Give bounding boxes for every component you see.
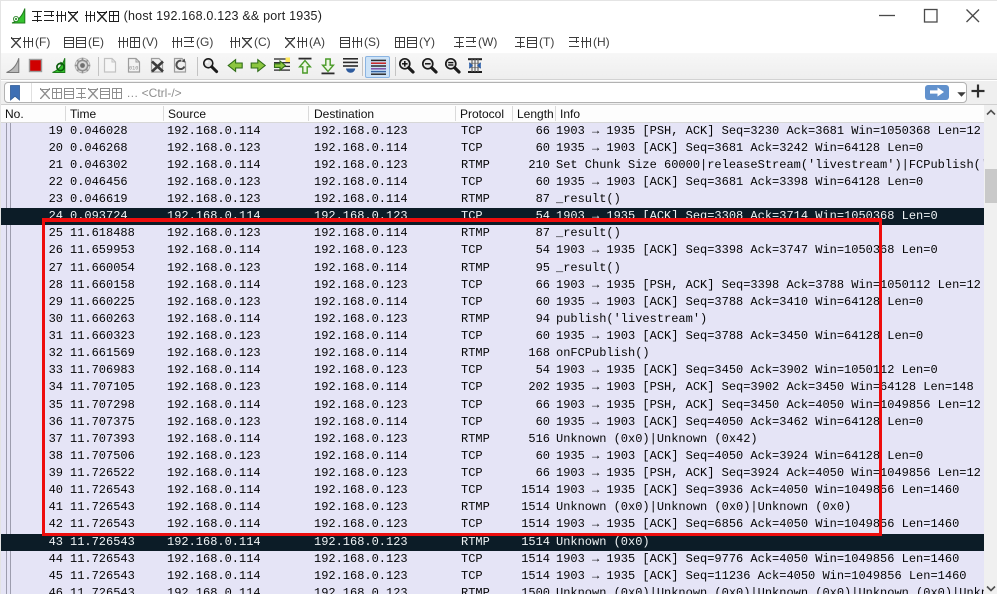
svg-text:010: 010 [129,66,138,72]
